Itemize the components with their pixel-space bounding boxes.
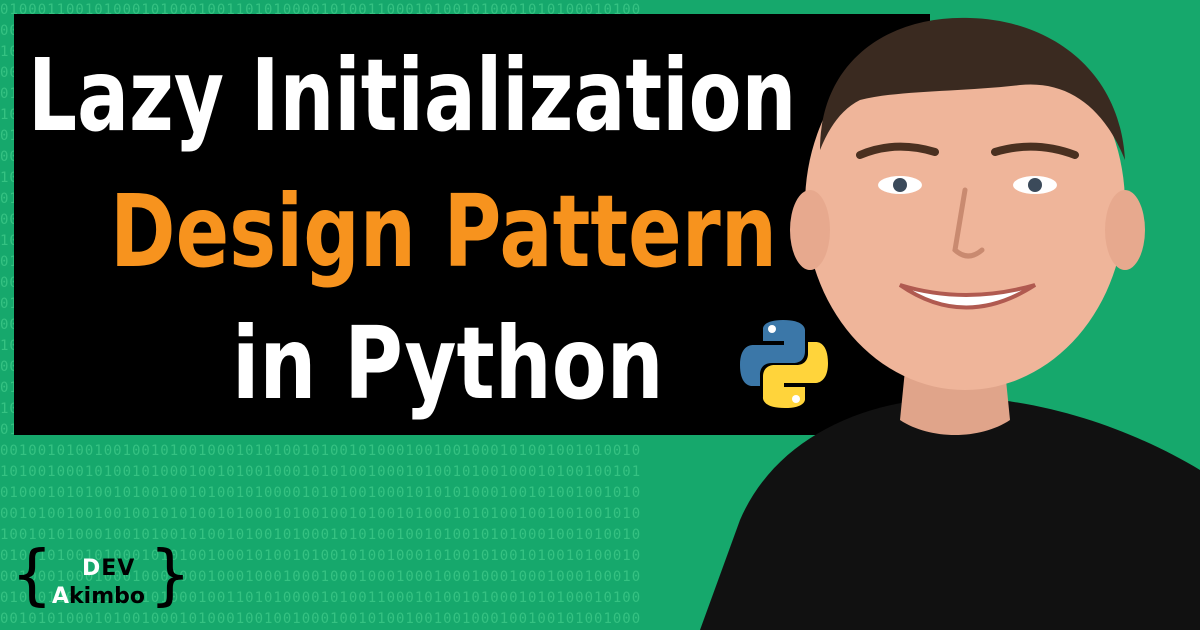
logo-dev-rest: EV xyxy=(101,556,136,581)
logo-dev-text: DEV xyxy=(82,556,135,581)
logo-akimbo-text: Akimbo xyxy=(52,584,145,609)
brace-right-glyph: } xyxy=(150,536,190,613)
title-line-2: Design Pattern xyxy=(110,173,777,290)
dev-akimbo-logo: { DEV Akimbo } xyxy=(12,542,190,618)
logo-akimbo-accent: A xyxy=(52,584,70,609)
presenter-photo xyxy=(700,17,1200,630)
title-line-3: in Python xyxy=(232,305,664,422)
title-line-1: Lazy Initialization xyxy=(28,37,797,154)
brace-left-glyph: { xyxy=(12,536,52,613)
logo-dev-accent: D xyxy=(82,556,102,581)
logo-akimbo-rest: kimbo xyxy=(69,584,145,609)
